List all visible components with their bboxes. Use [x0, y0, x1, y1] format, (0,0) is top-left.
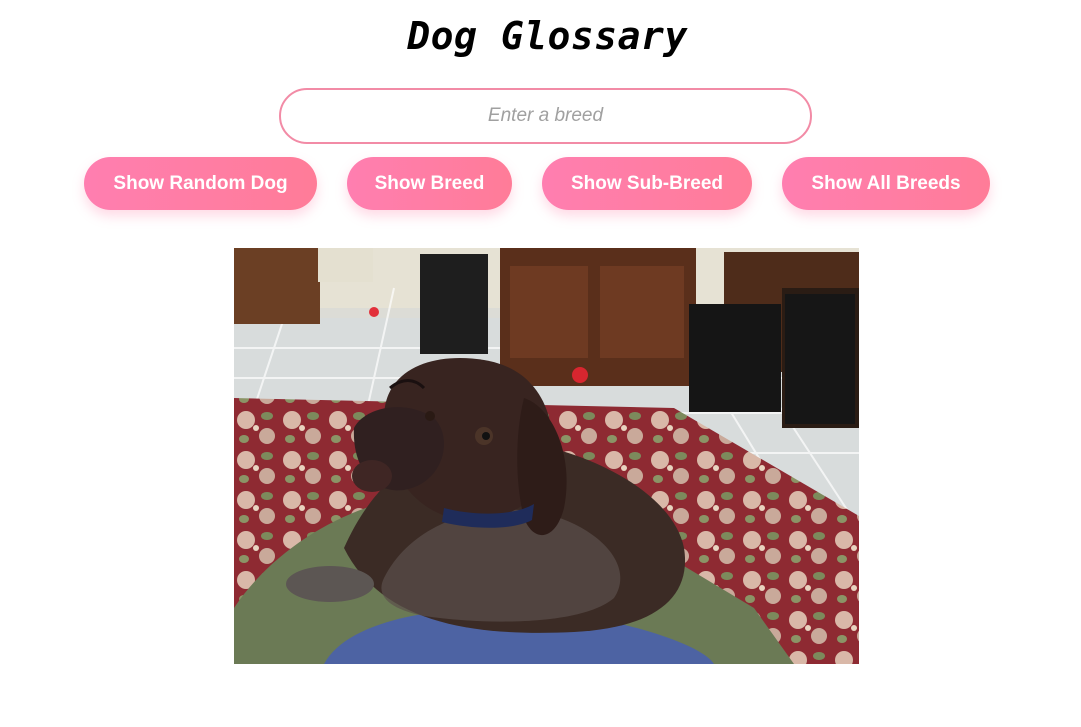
page-title: Dog Glossary [407, 14, 688, 58]
show-all-breeds-button[interactable]: Show All Breeds [782, 157, 990, 210]
show-breed-button[interactable]: Show Breed [347, 157, 512, 210]
show-random-dog-button[interactable]: Show Random Dog [84, 157, 317, 210]
dog-photo [234, 248, 859, 664]
show-sub-breed-button[interactable]: Show Sub-Breed [542, 157, 752, 210]
breed-search-input[interactable] [279, 88, 812, 144]
